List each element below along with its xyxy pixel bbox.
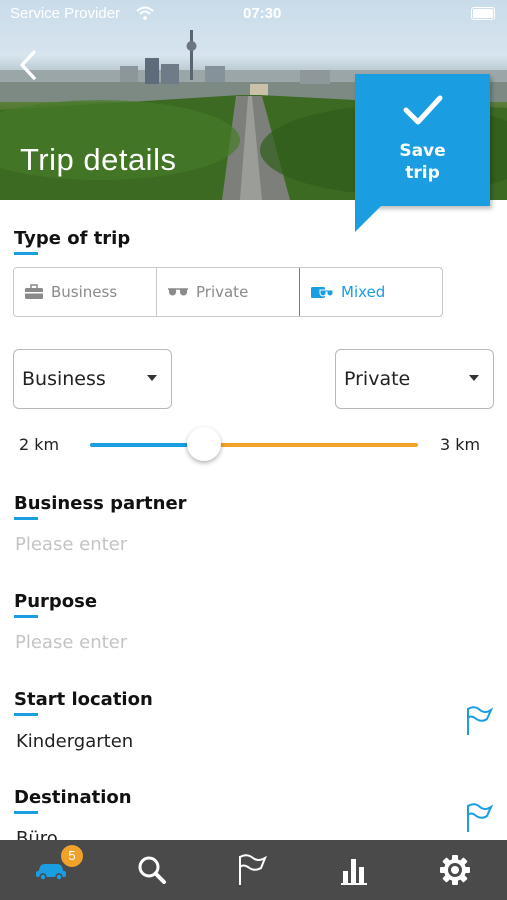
left-category-select[interactable]: Business (13, 349, 172, 409)
briefcase-icon (24, 284, 44, 300)
save-label-line1: Save (399, 141, 446, 161)
trip-type-mixed-label: Mixed (341, 283, 386, 301)
left-select-value: Business (22, 368, 106, 390)
right-select-value: Private (344, 368, 411, 390)
purpose-input[interactable] (15, 632, 435, 653)
flag-icon (239, 854, 267, 885)
business-partner-input[interactable] (15, 534, 435, 555)
heading-underline (14, 517, 38, 520)
heading-underline (14, 252, 38, 255)
business-partner-heading: Business partner (14, 493, 187, 520)
trips-count-badge: 5 (61, 845, 83, 867)
start-location-heading: Start location (14, 689, 153, 716)
trip-type-business[interactable]: Business (14, 268, 157, 316)
destination-heading: Destination (14, 787, 132, 814)
battery-icon (471, 7, 495, 20)
left-distance-label: 2 km (19, 435, 60, 454)
distance-slider-thumb[interactable] (187, 427, 221, 461)
right-category-select[interactable]: Private (335, 349, 494, 409)
trip-type-private[interactable]: Private (157, 268, 300, 316)
trip-type-heading: Type of trip (14, 228, 130, 255)
mixed-icon (310, 284, 334, 300)
right-distance-label: 3 km (440, 435, 481, 454)
tab-statistics[interactable] (324, 840, 384, 900)
tab-settings[interactable] (425, 840, 485, 900)
trip-type-business-label: Business (51, 283, 118, 301)
chart-icon (341, 859, 367, 885)
tab-locations[interactable] (222, 840, 282, 900)
save-trip-button[interactable]: Save trip (355, 74, 490, 232)
chevron-down-icon (147, 375, 157, 381)
trip-type-heading-text: Type of trip (14, 228, 131, 249)
tab-search[interactable] (122, 840, 182, 900)
sunglasses-icon (167, 286, 189, 298)
status-bar: Service Provider 07:30 (10, 5, 497, 25)
clock: 07:30 (243, 5, 282, 22)
trip-type-segmented-control: Business Private Mixed (13, 267, 443, 317)
save-button-tail (355, 204, 383, 232)
destination-heading-text: Destination (14, 787, 132, 808)
business-partner-heading-text: Business partner (14, 493, 187, 514)
heading-underline (14, 615, 38, 618)
purpose-heading-text: Purpose (14, 591, 98, 612)
purpose-heading: Purpose (14, 591, 97, 618)
flag-icon[interactable] (465, 803, 493, 833)
page-title: Trip details (20, 142, 177, 177)
gear-icon (440, 855, 470, 885)
checkmark-icon (403, 95, 443, 125)
search-icon (138, 856, 166, 884)
slider-track-private (206, 443, 418, 447)
start-location-heading-text: Start location (14, 689, 153, 710)
carrier-label: Service Provider (10, 5, 121, 22)
start-location-value[interactable]: Kindergarten (16, 731, 133, 752)
heading-underline (14, 713, 38, 716)
heading-underline (14, 811, 38, 814)
trip-type-private-label: Private (196, 283, 249, 301)
save-label-line2: trip (405, 163, 440, 183)
wifi-icon (136, 6, 154, 20)
back-arrow-icon[interactable] (14, 48, 44, 82)
chevron-down-icon (469, 375, 479, 381)
flag-icon[interactable] (465, 706, 493, 736)
car-icon (36, 864, 66, 880)
trip-type-mixed[interactable]: Mixed (299, 268, 442, 316)
